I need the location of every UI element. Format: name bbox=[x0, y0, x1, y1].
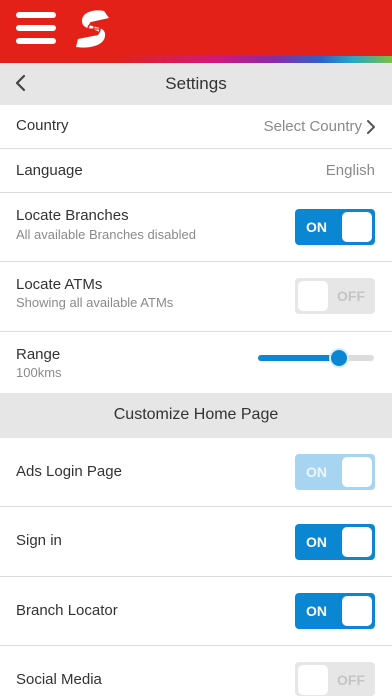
language-label: Language bbox=[16, 162, 83, 179]
locate-atms-sublabel: Showing all available ATMs bbox=[16, 295, 174, 310]
locate-branches-row: Locate Branches All available Branches d… bbox=[0, 193, 392, 262]
social-media-row: Social Media OFF bbox=[0, 646, 392, 696]
locate-atms-toggle[interactable]: OFF bbox=[295, 278, 375, 314]
toggle-text: ON bbox=[306, 534, 327, 550]
brand-stripe bbox=[0, 56, 392, 63]
toggle-text: ON bbox=[306, 464, 327, 480]
country-value: Select Country bbox=[263, 118, 362, 135]
locate-branches-sublabel: All available Branches disabled bbox=[16, 227, 196, 242]
toggle-knob bbox=[342, 596, 372, 626]
page-header: Settings bbox=[0, 63, 392, 105]
sign-in-label: Sign in bbox=[16, 532, 62, 549]
chevron-right-icon bbox=[367, 120, 375, 134]
section-title: Customize Home Page bbox=[113, 406, 279, 423]
hamburger-icon[interactable] bbox=[16, 12, 56, 44]
toggle-knob bbox=[298, 281, 328, 311]
page-title: Settings bbox=[165, 74, 227, 93]
ads-login-page-row: Ads Login Page ON bbox=[0, 438, 392, 507]
range-value: 100kms bbox=[16, 365, 62, 380]
sign-in-toggle[interactable]: ON bbox=[295, 524, 375, 560]
toggle-text: ON bbox=[306, 219, 327, 235]
locate-atms-row: Locate ATMs Showing all available ATMs O… bbox=[0, 262, 392, 332]
branch-locator-row: Branch Locator ON bbox=[0, 577, 392, 646]
social-media-toggle[interactable]: OFF bbox=[295, 662, 375, 696]
toggle-knob bbox=[342, 527, 372, 557]
language-value: English bbox=[325, 162, 375, 179]
toggle-knob bbox=[298, 665, 328, 695]
app-header bbox=[0, 0, 392, 56]
country-row[interactable]: Country Select Country bbox=[0, 105, 392, 149]
locate-branches-toggle[interactable]: ON bbox=[295, 209, 375, 245]
range-slider[interactable] bbox=[258, 348, 374, 368]
sign-in-row: Sign in ON bbox=[0, 507, 392, 577]
range-label: Range bbox=[16, 346, 61, 363]
country-label: Country bbox=[16, 117, 69, 134]
language-row[interactable]: Language English bbox=[0, 149, 392, 193]
scotiabank-logo-icon[interactable] bbox=[74, 9, 112, 49]
customize-home-section: Customize Home Page bbox=[0, 393, 392, 438]
toggle-text: OFF bbox=[337, 288, 365, 304]
branch-locator-label: Branch Locator bbox=[16, 602, 118, 619]
branch-locator-toggle[interactable]: ON bbox=[295, 593, 375, 629]
slider-fill bbox=[258, 355, 340, 361]
locate-branches-label: Locate Branches bbox=[16, 207, 129, 224]
toggle-knob bbox=[342, 212, 372, 242]
social-media-label: Social Media bbox=[16, 671, 102, 688]
toggle-knob bbox=[342, 457, 372, 487]
ads-login-page-toggle[interactable]: ON bbox=[295, 454, 375, 490]
toggle-text: OFF bbox=[337, 672, 365, 688]
ads-login-page-label: Ads Login Page bbox=[16, 463, 122, 480]
toggle-text: ON bbox=[306, 603, 327, 619]
locate-atms-label: Locate ATMs bbox=[16, 276, 103, 293]
